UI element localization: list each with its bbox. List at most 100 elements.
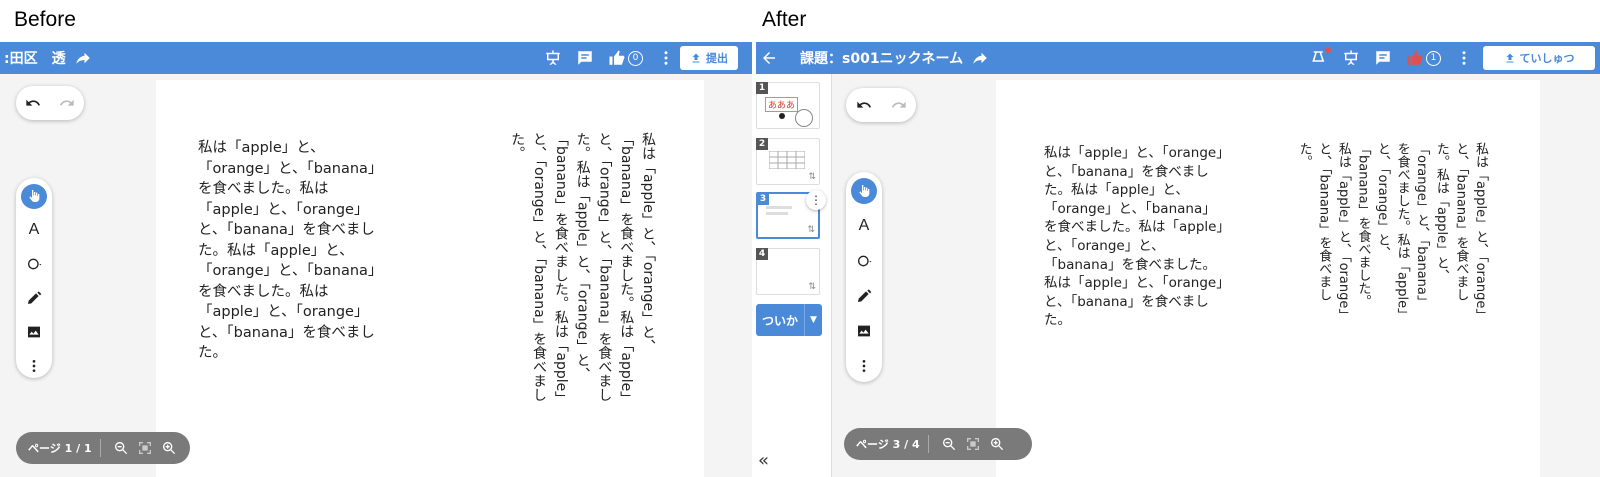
pen-icon[interactable] bbox=[21, 285, 47, 310]
after-header-actions: 1 bbox=[1310, 42, 1473, 74]
text-icon[interactable]: A bbox=[21, 218, 47, 243]
divider bbox=[99, 439, 101, 457]
thumbs-up-group[interactable]: 1 bbox=[1406, 49, 1441, 67]
page-thumbnail-3[interactable]: 3 ⋮ ⇅ bbox=[756, 190, 826, 239]
page-number: 1 bbox=[756, 82, 768, 94]
back-icon[interactable] bbox=[760, 49, 778, 67]
pointer-tool[interactable] bbox=[851, 178, 877, 204]
thumbnail-dot bbox=[779, 113, 785, 119]
after-zoom-bar: ページ 3 / 4 bbox=[844, 428, 1032, 460]
before-undo-redo bbox=[16, 86, 84, 120]
page-number: 3 bbox=[757, 193, 769, 205]
pointer-tool[interactable] bbox=[21, 184, 47, 209]
thumbnail-text: あああ bbox=[765, 97, 799, 112]
thumbs-up-icon bbox=[1406, 49, 1424, 67]
page-thumbnail-1[interactable]: 1 あああ bbox=[756, 82, 820, 129]
undo-icon[interactable] bbox=[856, 97, 872, 113]
more-icon[interactable] bbox=[1455, 49, 1473, 67]
submit-button[interactable]: ていしゅつ bbox=[1483, 46, 1595, 70]
fit-icon[interactable] bbox=[965, 436, 981, 452]
add-page-label: ついか bbox=[761, 313, 798, 328]
thumbs-up-count: 1 bbox=[1426, 50, 1441, 66]
before-panel: Before :田区 透 0 提出 私は「apple」と、「orange」と、「… bbox=[0, 0, 752, 477]
present-icon[interactable] bbox=[1342, 49, 1360, 67]
before-header-actions: 0 bbox=[544, 42, 675, 74]
after-canvas-page[interactable]: 私は「apple」と、「orange」と、「banana」を食べました。私は「a… bbox=[996, 80, 1540, 477]
reorder-icon[interactable]: ⇅ bbox=[807, 225, 815, 235]
after-header-title-group: 課題：s001ニックネーム bbox=[800, 48, 989, 68]
thumbnail-menu-icon[interactable]: ⋮ bbox=[806, 190, 826, 210]
zoom-in-icon[interactable] bbox=[989, 436, 1005, 452]
before-header-title-group: :田区 透 bbox=[4, 48, 92, 68]
before-app-frame: :田区 透 0 提出 私は「apple」と、「orange」と、「banana」… bbox=[0, 42, 752, 477]
zoom-out-icon[interactable] bbox=[941, 436, 957, 452]
notification-dot bbox=[1325, 47, 1331, 53]
assignment-title: 課題：s001ニックネーム bbox=[800, 51, 964, 67]
pointer-icon bbox=[29, 190, 40, 203]
image-icon[interactable] bbox=[21, 319, 47, 344]
fit-icon[interactable] bbox=[137, 440, 153, 456]
reorder-icon[interactable]: ⇅ bbox=[808, 282, 816, 292]
before-tool-palette: A bbox=[16, 178, 52, 378]
zoom-out-icon[interactable] bbox=[113, 440, 129, 456]
collapse-sidebar-icon[interactable]: « bbox=[758, 450, 769, 471]
shape-icon[interactable] bbox=[21, 252, 47, 277]
pointer-icon bbox=[859, 185, 870, 197]
settings-icon[interactable] bbox=[1310, 47, 1331, 67]
page-thumbnail-sidebar: 1 あああ 2 ⇅ 3 ⋮ ⇅ 4 ⇅ ついか ▼ « bbox=[756, 74, 832, 477]
more-tools-icon[interactable] bbox=[851, 353, 877, 379]
undo-icon[interactable] bbox=[25, 95, 41, 111]
upload-icon bbox=[692, 53, 700, 63]
before-label: Before bbox=[14, 8, 76, 31]
submit-button[interactable]: 提出 bbox=[680, 46, 738, 70]
after-app-frame: 課題：s001ニックネーム 1 ていしゅつ 1 あああ 2 ⇅ 3 ⋮ ⇅ 4 … bbox=[756, 42, 1600, 477]
thumbs-up-group[interactable]: 0 bbox=[608, 49, 643, 67]
comment-icon[interactable] bbox=[1374, 49, 1392, 67]
page-number: 2 bbox=[756, 138, 768, 150]
thumbs-up-icon bbox=[608, 49, 626, 67]
share-icon[interactable] bbox=[74, 49, 92, 67]
submit-label: 提出 bbox=[706, 52, 728, 65]
thumbnail-text-line bbox=[766, 212, 788, 215]
chevron-down-icon[interactable]: ▼ bbox=[804, 304, 822, 336]
reorder-icon[interactable]: ⇅ bbox=[808, 172, 816, 182]
before-vertical-text[interactable]: 私は「apple」と、「orange」と、「banana」を食べました。私は「a… bbox=[418, 132, 658, 404]
after-panel: After 課題：s001ニックネーム 1 ていしゅつ 1 あああ 2 ⇅ 3 … bbox=[756, 0, 1600, 477]
page-thumbnail-4[interactable]: 4 ⇅ bbox=[756, 248, 820, 295]
more-icon[interactable] bbox=[657, 49, 675, 67]
comment-icon[interactable] bbox=[576, 49, 594, 67]
after-header: 課題：s001ニックネーム 1 ていしゅつ bbox=[756, 42, 1600, 74]
page-indicator: ページ 1 / 1 bbox=[28, 442, 92, 455]
divider bbox=[927, 435, 929, 453]
page-thumbnail-2[interactable]: 2 ⇅ bbox=[756, 138, 820, 185]
redo-icon[interactable] bbox=[891, 97, 907, 113]
present-icon[interactable] bbox=[544, 49, 562, 67]
after-horizontal-text[interactable]: 私は「apple」と、「orange」と、「banana」を食べました。私は「a… bbox=[1044, 144, 1228, 330]
pen-icon[interactable] bbox=[851, 283, 877, 309]
more-tools-icon[interactable] bbox=[21, 353, 47, 378]
thumbs-up-count: 0 bbox=[628, 50, 643, 66]
before-header: :田区 透 0 提出 bbox=[0, 42, 752, 74]
after-tool-palette: A bbox=[846, 172, 882, 382]
zoom-in-icon[interactable] bbox=[161, 440, 177, 456]
after-vertical-text[interactable]: 私は「apple」と、「orange」と、「banana」を食べました。私は「a… bbox=[1254, 142, 1490, 320]
text-icon[interactable]: A bbox=[851, 213, 877, 239]
after-label: After bbox=[762, 8, 807, 31]
redo-icon[interactable] bbox=[59, 95, 75, 111]
before-horizontal-text[interactable]: 私は「apple」と、「orange」と、「banana」を食べました。私は「a… bbox=[198, 138, 388, 364]
thumbnail-circle bbox=[795, 109, 813, 127]
image-icon[interactable] bbox=[851, 318, 877, 344]
before-canvas-page[interactable]: 私は「apple」と、「orange」と、「banana」を食べました。私は「a… bbox=[156, 80, 704, 477]
submit-label: ていしゅつ bbox=[1519, 52, 1575, 65]
after-undo-redo bbox=[846, 88, 916, 122]
before-student-name: :田区 透 bbox=[4, 51, 66, 67]
table-thumbnail-icon bbox=[769, 151, 805, 169]
share-icon[interactable] bbox=[971, 49, 989, 67]
add-page-button[interactable]: ついか ▼ bbox=[756, 304, 822, 336]
page-indicator: ページ 3 / 4 bbox=[856, 438, 920, 451]
upload-icon bbox=[1506, 53, 1513, 63]
shape-icon[interactable] bbox=[851, 248, 877, 274]
thumbnail-text-line bbox=[766, 206, 792, 209]
before-zoom-bar: ページ 1 / 1 bbox=[16, 432, 190, 464]
page-number: 4 bbox=[756, 248, 768, 260]
